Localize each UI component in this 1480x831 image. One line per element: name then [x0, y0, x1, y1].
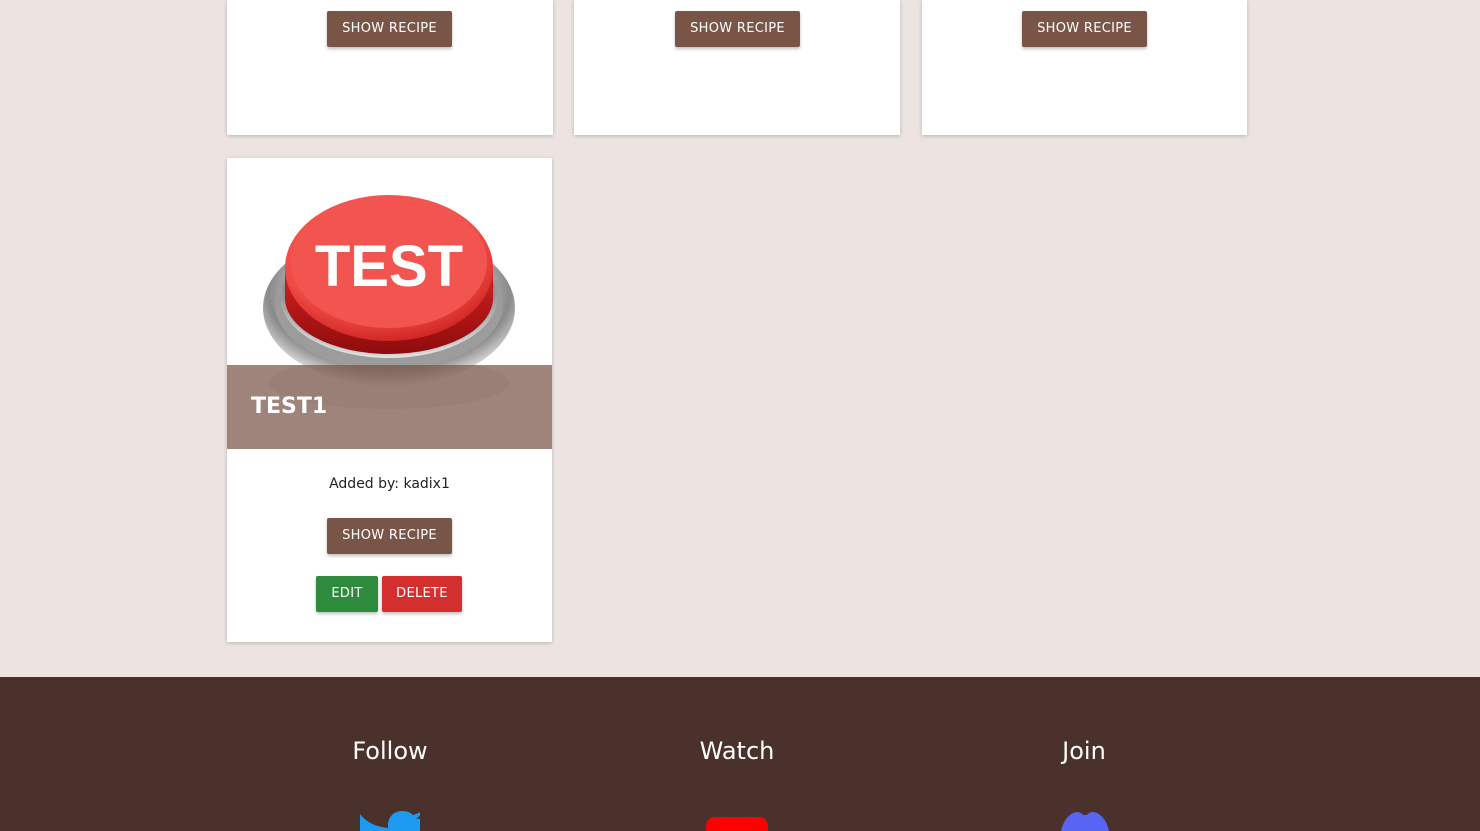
edit-button[interactable]: EDIT [316, 576, 378, 612]
recipe-card: SHOW RECIPE [227, 0, 553, 135]
recipe-card-test1: TEST TEST1 Added by: kadix1 SHOW RECIPE … [227, 158, 552, 642]
twitter-icon[interactable] [357, 811, 424, 831]
footer-heading-join: Join [1062, 737, 1106, 765]
image-text: TEST [315, 234, 463, 299]
show-recipe-button[interactable]: SHOW RECIPE [1022, 11, 1147, 47]
show-recipe-button[interactable]: SHOW RECIPE [327, 11, 452, 47]
recipes-page: SHOW RECIPE SHOW RECIPE SHOW RECIPE TEST… [0, 0, 1480, 831]
footer-heading-follow: Follow [352, 737, 428, 765]
delete-button[interactable]: DELETE [382, 576, 462, 612]
footer: Follow Watch Join [0, 677, 1480, 831]
discord-icon[interactable] [1053, 810, 1117, 831]
recipe-title: TEST1 [251, 394, 328, 419]
show-recipe-button[interactable]: SHOW RECIPE [675, 11, 800, 47]
show-recipe-button[interactable]: SHOW RECIPE [327, 518, 452, 554]
recipe-card: SHOW RECIPE [922, 0, 1247, 135]
footer-heading-watch: Watch [699, 737, 775, 765]
youtube-icon[interactable] [706, 817, 768, 831]
added-by-text: Added by: kadix1 [329, 476, 450, 492]
recipe-card: SHOW RECIPE [574, 0, 900, 135]
